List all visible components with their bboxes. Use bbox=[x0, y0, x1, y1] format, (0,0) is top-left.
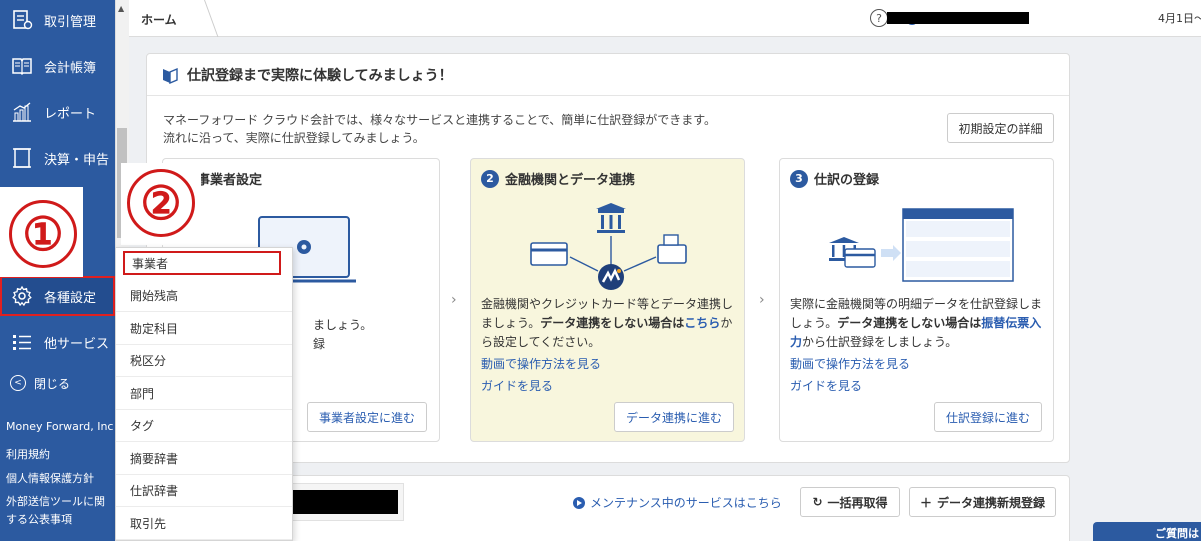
ledger-icon bbox=[10, 9, 34, 31]
gear-icon bbox=[10, 285, 34, 307]
step-3-description-emphasis: データ連携をしない場合は bbox=[837, 316, 982, 330]
step-1-description: ましょう。 録 bbox=[313, 316, 433, 354]
onboarding-description: マネーフォワード クラウド会計では、様々なサービスと連携することで、簡単に仕訳登… bbox=[163, 111, 716, 147]
breadcrumb-home[interactable]: ホーム bbox=[141, 11, 177, 28]
beginner-mark-icon bbox=[163, 67, 178, 84]
step-1-description-line1: ましょう。 bbox=[313, 318, 373, 332]
step-2-description: 金融機関やクレジットカード等とデータ連携しましょう。データ連携をしない場合はこち… bbox=[481, 295, 743, 352]
submenu-item-department[interactable]: 部門 bbox=[116, 377, 292, 410]
step-2-here-link[interactable]: こちら bbox=[684, 316, 720, 330]
redacted-block bbox=[282, 490, 398, 514]
step-3-header: 3 仕訳の登録 bbox=[790, 169, 879, 188]
redacted-block bbox=[887, 12, 1029, 24]
sidebar-close-button[interactable]: < 閉じる bbox=[0, 370, 115, 396]
step-3-number: 3 bbox=[790, 169, 808, 188]
play-icon bbox=[573, 496, 585, 509]
footer-privacy-link[interactable]: 個人情報保護方針 bbox=[6, 470, 94, 486]
step-2-title: 金融機関とデータ連携 bbox=[505, 173, 636, 188]
list-icon bbox=[10, 331, 34, 353]
maintenance-link[interactable]: メンテナンス中のサービスはこちら bbox=[573, 494, 782, 511]
onboarding-description-line2: 流れに沿って、実際に仕訳登録してみましょう。 bbox=[163, 131, 425, 145]
book-icon bbox=[10, 55, 34, 77]
step-3-description: 実際に金融機関等の明細データを仕訳登録しましょう。データ連携をしない場合は振替伝… bbox=[790, 295, 1052, 352]
refresh-icon: ↻ bbox=[812, 495, 823, 509]
fiscal-period[interactable]: 4月1日〜3 bbox=[1158, 10, 1201, 26]
sidebar-item-label: 会計帳簿 bbox=[44, 60, 97, 76]
business-settings-button[interactable]: 事業者設定に進む bbox=[307, 402, 427, 432]
sidebar-item-label: 取引管理 bbox=[44, 14, 97, 30]
step-3-video-link[interactable]: 動画で操作方法を見る bbox=[790, 355, 910, 372]
step-3-guide-link[interactable]: ガイドを見る bbox=[790, 377, 862, 394]
step-2-description-emphasis: データ連携をしない場合は bbox=[540, 316, 685, 330]
chevron-left-icon: < bbox=[10, 375, 26, 391]
setup-details-button[interactable]: 初期設定の詳細 bbox=[947, 113, 1054, 143]
step-1-title: 事業者設定 bbox=[197, 173, 263, 188]
plus-icon: ＋ bbox=[919, 495, 932, 510]
data-integration-icon bbox=[530, 203, 687, 290]
help-chat-button[interactable]: ご質問は bbox=[1093, 522, 1201, 541]
submenu-item-journal-dictionary[interactable]: 仕訳辞書 bbox=[116, 474, 292, 507]
footer-terms-link[interactable]: 利用規約 bbox=[6, 446, 50, 462]
submenu-item-memo-dictionary[interactable]: 摘要辞書 bbox=[116, 442, 292, 475]
submenu-item-tag[interactable]: タグ bbox=[116, 409, 292, 442]
step-2-video-link[interactable]: 動画で操作方法を見る bbox=[481, 355, 601, 372]
refresh-all-button[interactable]: ↻ 一括再取得 bbox=[800, 487, 900, 517]
sidebar-item-reports[interactable]: レポート bbox=[0, 92, 115, 132]
step-2-card: 2 金融機関とデータ連携 金融機関やクレジットカード等とデータ連携しましょう。デ… bbox=[470, 158, 745, 442]
submenu-item-accounts[interactable]: 勘定科目 bbox=[116, 312, 292, 345]
submenu-item-partners[interactable]: 取引先 bbox=[116, 507, 292, 540]
step-3-card: 3 仕訳の登録 実際に金融機関等の明細データを仕訳登録しましょう。データ連携をし… bbox=[779, 158, 1054, 442]
sidebar-item-settlement[interactable]: 決算・申告 bbox=[0, 138, 115, 178]
sidebar-item-label: レポート bbox=[44, 106, 97, 122]
footer-external-tools-link[interactable]: 外部送信ツールに関 bbox=[6, 493, 105, 509]
breadcrumb-separator bbox=[191, 0, 219, 37]
onboarding-card-header: 仕訳登録まで実際に体験してみましょう！ bbox=[147, 54, 1069, 96]
top-bar: ホーム ? このページのガイ 4月1日〜3 bbox=[129, 0, 1201, 37]
sidebar-item-books[interactable]: 会計帳簿 bbox=[0, 46, 115, 86]
refresh-all-label: 一括再取得 bbox=[827, 495, 888, 510]
journal-entry-icon bbox=[829, 208, 1014, 282]
sidebar-item-transactions[interactable]: 取引管理 bbox=[0, 0, 115, 40]
step-2-number: 2 bbox=[481, 169, 499, 188]
document-icon bbox=[10, 147, 34, 169]
scroll-up-arrow-icon[interactable]: ▲ bbox=[118, 4, 124, 13]
sidebar-item-settings[interactable]: 各種設定 bbox=[0, 276, 115, 316]
onboarding-title: 仕訳登録まで実際に体験してみましょう！ bbox=[187, 67, 453, 84]
step-3-title: 仕訳の登録 bbox=[814, 173, 880, 188]
maintenance-link-label: メンテナンス中のサービスはこちら bbox=[590, 496, 782, 510]
sidebar-close-label: 閉じる bbox=[34, 376, 71, 391]
journal-entry-button[interactable]: 仕訳登録に進む bbox=[934, 402, 1042, 432]
step-2-header: 2 金融機関とデータ連携 bbox=[481, 169, 635, 188]
sidebar-item-other-services[interactable]: 他サービス bbox=[0, 322, 115, 362]
footer-company: Money Forward, Inc bbox=[6, 420, 114, 433]
footer-external-tools-link-line2[interactable]: する公表事項 bbox=[6, 511, 72, 527]
add-integration-button[interactable]: ＋ データ連携新規登録 bbox=[909, 487, 1056, 517]
submenu-item-business[interactable]: 事業者 bbox=[123, 251, 281, 275]
annotation-step-1: ① bbox=[9, 200, 77, 268]
help-icon[interactable]: ? bbox=[870, 9, 888, 27]
sidebar-item-label: 他サービス bbox=[44, 336, 110, 352]
data-integration-button[interactable]: データ連携に進む bbox=[614, 402, 734, 432]
settings-submenu: 事業者 開始残高 勘定科目 税区分 部門 タグ 摘要辞書 仕訳辞書 取引先 bbox=[115, 247, 293, 541]
step-arrow-icon: › bbox=[759, 292, 765, 308]
sidebar-item-label: 各種設定 bbox=[44, 290, 97, 306]
step-1-description-line2: 録 bbox=[313, 337, 326, 351]
step-2-guide-link[interactable]: ガイドを見る bbox=[481, 377, 553, 394]
add-integration-label: データ連携新規登録 bbox=[937, 495, 1046, 510]
chart-icon bbox=[10, 101, 34, 123]
step-arrow-icon: › bbox=[451, 292, 457, 308]
step-3-description-tail: から仕訳登録をしましょう。 bbox=[802, 335, 958, 349]
submenu-item-opening-balance[interactable]: 開始残高 bbox=[116, 279, 292, 312]
onboarding-description-line1: マネーフォワード クラウド会計では、様々なサービスと連携することで、簡単に仕訳登… bbox=[163, 113, 717, 127]
submenu-item-tax-category[interactable]: 税区分 bbox=[116, 344, 292, 377]
help-chat-label: ご質問は bbox=[1155, 527, 1199, 540]
sidebar-item-label: 決算・申告 bbox=[44, 152, 110, 168]
annotation-step-2: ② bbox=[127, 169, 195, 237]
